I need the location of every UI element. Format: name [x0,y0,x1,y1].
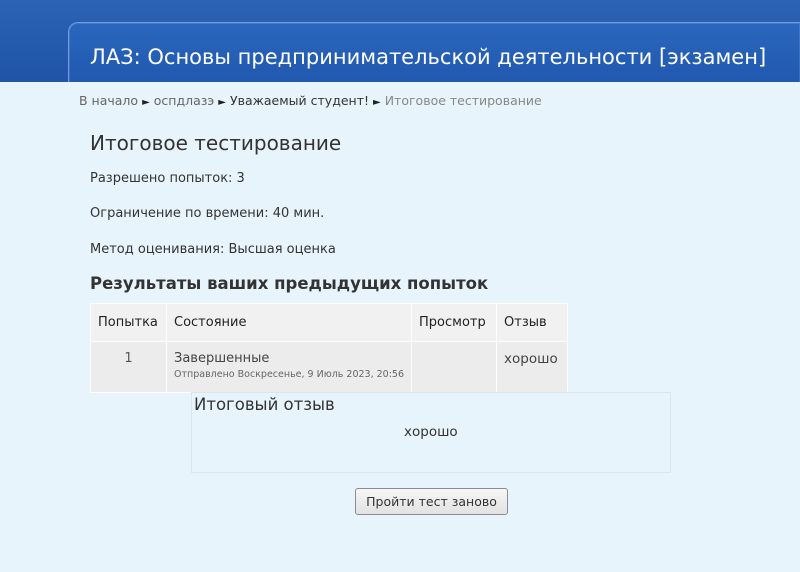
breadcrumb-separator-icon: ► [373,97,381,108]
attempts-table: Попытка Состояние Просмотр Отзыв 1 Завер… [90,303,569,393]
breadcrumb-home[interactable]: В начало [79,93,138,108]
attempt-submitted-time: Отправлено Воскресенье, 9 Июль 2023, 20:… [174,369,405,380]
grading-method: Метод оценивания: Высшая оценка [90,242,336,257]
results-heading: Результаты ваших предыдущих попыток [90,274,489,293]
column-header-review: Просмотр [411,303,498,342]
overall-feedback-box: Итоговый отзыв хорошо [191,392,671,473]
table-row: 1 Завершенные Отправлено Воскресенье, 9 … [90,341,569,393]
course-title[interactable]: ЛАЗ: Основы предпринимательской деятельн… [90,45,766,69]
column-header-state: Состояние [165,303,413,342]
column-header-feedback: Отзыв [496,303,569,342]
attempt-review [411,341,498,393]
page-title: Итоговое тестирование [90,131,342,155]
breadcrumb-current: Итоговое тестирование [384,93,542,108]
overall-feedback-title: Итоговый отзыв [194,395,335,414]
attempts-allowed: Разрешено попыток: 3 [90,171,245,186]
overall-feedback-text: хорошо [404,424,458,440]
attempt-number: 1 [90,341,167,393]
retry-quiz-button[interactable]: Пройти тест заново [355,488,508,515]
course-title-panel: ЛАЗ: Основы предпринимательской деятельн… [68,22,800,84]
breadcrumb-separator-icon: ► [142,97,150,108]
breadcrumb-section[interactable]: Уважаемый студент! [230,93,369,108]
breadcrumb-course[interactable]: оспдлазэ [154,93,215,108]
breadcrumb: В начало ► оспдлазэ ► Уважаемый студент! ► Ито… [79,93,542,108]
attempt-state: Завершенные [174,351,270,366]
breadcrumb-separator-icon: ► [218,97,226,108]
attempt-state-cell: Завершенные Отправлено Воскресенье, 9 Ию… [165,341,413,393]
attempt-feedback: хорошо [496,341,569,393]
column-header-attempt: Попытка [90,303,167,342]
time-limit: Ограничение по времени: 40 мин. [90,206,325,221]
table-header-row: Попытка Состояние Просмотр Отзыв [90,303,569,342]
